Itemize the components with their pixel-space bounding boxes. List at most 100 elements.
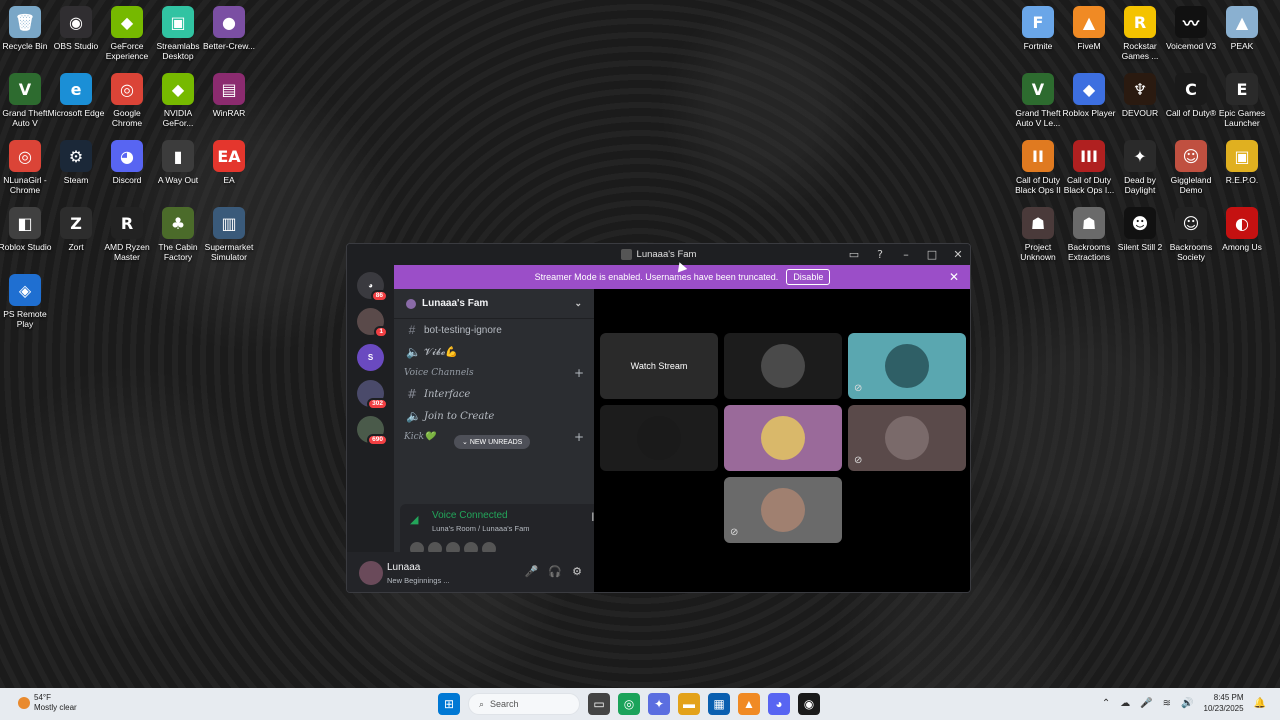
wifi-icon[interactable]: ≋ (1163, 698, 1171, 709)
desktop-icon[interactable]: V Grand Theft Auto V (0, 73, 54, 128)
participant-tile[interactable] (724, 405, 842, 471)
desktop-icon[interactable]: ▲ FiveM (1060, 6, 1118, 51)
chrome-taskbar-icon[interactable]: ◎ (618, 693, 640, 715)
guild-header[interactable]: Lunaaa's Fam ⌄ (394, 289, 594, 319)
microphone-icon[interactable]: 🎤 (525, 565, 539, 578)
weather-widget[interactable]: 54°F Mostly clear (18, 693, 77, 713)
copilot-icon[interactable]: ✦ (648, 693, 670, 715)
desktop-icon-label: Microsoft Edge (47, 108, 105, 118)
desktop-icon[interactable]: 〰 Voicemod V3 (1162, 6, 1220, 51)
desktop-icon[interactable]: II Call of Duty Black Ops II (1009, 140, 1067, 195)
inbox-icon[interactable]: ▭ (846, 246, 862, 262)
desktop-icon[interactable]: F Fortnite (1009, 6, 1067, 51)
add-channel-icon[interactable]: + (574, 366, 584, 380)
notification-bell-icon[interactable]: 🔔 (1254, 698, 1266, 709)
desktop-icon[interactable]: III Call of Duty Black Ops I... (1060, 140, 1118, 195)
title-bar[interactable]: Lunaaa's Fam ▭ ? – □ ✕ (347, 244, 970, 264)
desktop-icon[interactable]: ☺ Backrooms Society (1162, 207, 1220, 262)
desktop-icon[interactable]: ☺ Giggleland Demo (1162, 140, 1220, 195)
desktop-icon[interactable]: 🗑 Recycle Bin (0, 6, 54, 51)
desktop-icon[interactable]: ☗ Project Unknown (1009, 207, 1067, 262)
participant-tile[interactable]: ⊘ (848, 333, 966, 399)
help-icon[interactable]: ? (872, 246, 888, 262)
clock[interactable]: 8:45 PM 10/23/2025 (1204, 692, 1244, 714)
disable-button[interactable]: Disable (786, 269, 831, 285)
participant-tile[interactable]: ⊘ (724, 477, 842, 543)
desktop-icon[interactable]: ☗ Backrooms Extractions (1060, 207, 1118, 262)
desktop-icon[interactable]: E Epic Games Launcher (1213, 73, 1271, 128)
discord-home-icon[interactable]: ◕ 86 (357, 272, 388, 302)
start-button[interactable]: ⊞ (438, 693, 460, 715)
file-explorer-icon[interactable]: ▬ (678, 693, 700, 715)
desktop-icon[interactable]: ◐ Among Us (1213, 207, 1271, 252)
task-view-icon[interactable]: ▭ (588, 693, 610, 715)
participant-tile[interactable] (600, 405, 718, 471)
desktop-icon[interactable]: ▲ PEAK (1213, 6, 1271, 51)
server-icon-1[interactable]: 1 (357, 308, 388, 338)
cloud-icon[interactable]: ☁ (1120, 698, 1130, 709)
volume-icon[interactable]: 🔊 (1181, 698, 1193, 709)
desktop-icon-label: Giggleland Demo (1170, 175, 1212, 195)
desktop-icon[interactable]: ♣ The Cabin Factory (149, 207, 207, 262)
desktop-icon[interactable]: EA EA (200, 140, 258, 185)
desktop-icon[interactable]: ◎ Google Chrome (98, 73, 156, 128)
desktop-icon[interactable]: ◉ OBS Studio (47, 6, 105, 51)
desktop-icon[interactable]: Z Zort (47, 207, 105, 252)
username[interactable]: Lunaaa (387, 562, 420, 573)
desktop-icon[interactable]: ☻ Silent Still 2 (1111, 207, 1169, 252)
desktop-icon[interactable]: ● Better-Crew... (200, 6, 258, 51)
desktop-icon[interactable]: V Grand Theft Auto V Le... (1009, 73, 1067, 128)
participant-tile[interactable] (724, 333, 842, 399)
channel-bot-testing[interactable]: # bot-testing-ignore (394, 319, 594, 341)
server-folder-1[interactable]: 302 (357, 380, 388, 410)
desktop-icon[interactable]: ♆ DEVOUR (1111, 73, 1169, 118)
gta-legacy-icon: V (1022, 73, 1054, 105)
chevron-up-icon[interactable]: ⌃ (1102, 698, 1110, 709)
desktop-icon[interactable]: ◆ GeForce Experience (98, 6, 156, 61)
desktop-icon[interactable]: ▮ A Way Out (149, 140, 207, 185)
desktop-icon[interactable]: ⚙ Steam (47, 140, 105, 185)
category-voice-channels[interactable]: Voice Channels + (394, 363, 594, 383)
close-icon[interactable]: ✕ (949, 270, 959, 284)
desktop-icon[interactable]: ▣ R.E.P.O. (1213, 140, 1271, 185)
channel-vibe[interactable]: 🔈 𝓥𝓲𝓫𝓮💪 (394, 341, 594, 363)
store-icon[interactable]: ▦ (708, 693, 730, 715)
avatar[interactable] (359, 561, 383, 585)
desktop-icon[interactable]: e Microsoft Edge (47, 73, 105, 118)
headphones-icon[interactable]: 🎧 (548, 565, 562, 578)
desktop-icon[interactable]: ◆ Roblox Player (1060, 73, 1118, 118)
microphone-tray-icon[interactable]: 🎤 (1140, 698, 1152, 709)
desktop-icon[interactable]: R AMD Ryzen Master (98, 207, 156, 262)
discord-window[interactable]: Lunaaa's Fam ▭ ? – □ ✕ ◕ 86 1 S 302 690 S… (346, 243, 971, 593)
search-box[interactable]: ⌕ Search (468, 693, 580, 715)
obs-taskbar-icon[interactable]: ◉ (798, 693, 820, 715)
desktop-icon[interactable]: ◧ Roblox Studio (0, 207, 54, 252)
desktop-icon[interactable]: ▣ Streamlabs Desktop (149, 6, 207, 61)
discord-taskbar-icon[interactable]: ◕ (768, 693, 790, 715)
minimize-button[interactable]: – (898, 246, 914, 262)
new-unreads-button[interactable]: ⌄ NEW UNREADS (454, 435, 531, 449)
participant-tile[interactable]: ⊘ (848, 405, 966, 471)
fivem-taskbar-icon[interactable]: ▲ (738, 693, 760, 715)
maximize-button[interactable]: □ (924, 246, 940, 262)
desktop-icon-label: PS Remote Play (3, 309, 47, 329)
desktop-icon[interactable]: ✦ Dead by Daylight (1111, 140, 1169, 195)
desktop-icon[interactable]: C Call of Duty® (1162, 73, 1220, 118)
gear-icon[interactable]: ⚙ (572, 565, 582, 578)
desktop-icon[interactable]: ◎ NLunaGirl - Chrome (0, 140, 54, 195)
channel-interface[interactable]: # Interface (394, 383, 594, 405)
stream-tile[interactable]: Watch Stream (600, 333, 718, 399)
server-icon-strip[interactable]: S (357, 344, 384, 371)
desktop-icon[interactable]: ▤ WinRAR (200, 73, 258, 118)
desktop-icon[interactable]: ◕ Discord (98, 140, 156, 185)
watch-stream-button[interactable]: Watch Stream (600, 333, 718, 399)
voice-status[interactable]: Voice Connected (432, 510, 508, 521)
desktop-icon[interactable]: ◆ NVIDIA GeFor... (149, 73, 207, 128)
add-channel-icon[interactable]: + (574, 430, 584, 444)
server-folder-2[interactable]: 690 (357, 416, 388, 446)
desktop-icon[interactable]: R Rockstar Games ... (1111, 6, 1169, 61)
close-button[interactable]: ✕ (950, 246, 966, 262)
channel-join-to-create[interactable]: 🔈 Join to Create (394, 405, 594, 427)
desktop-icon[interactable]: ▥ Supermarket Simulator (200, 207, 258, 262)
desktop-icon[interactable]: ◈ PS Remote Play (0, 274, 54, 329)
